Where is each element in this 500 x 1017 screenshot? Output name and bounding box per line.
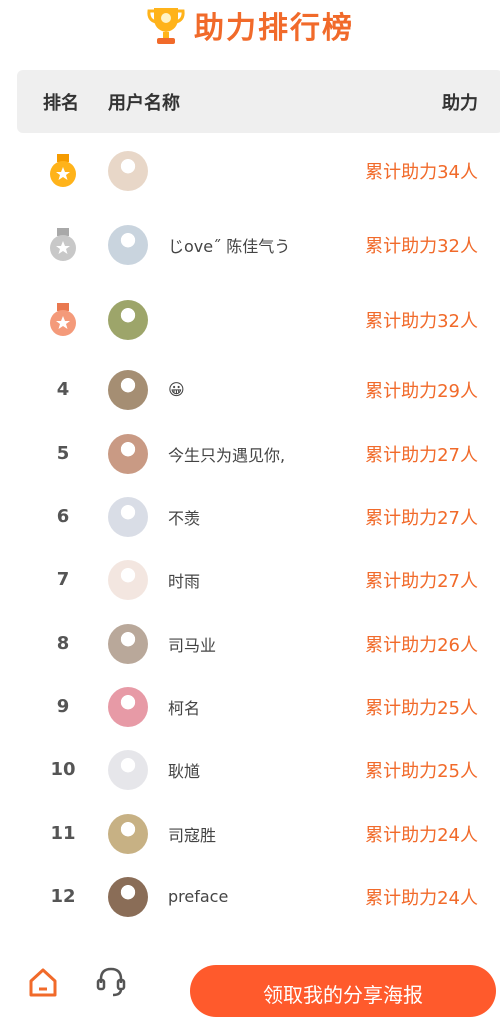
bottom-bar: 领取我的分享海报 (0, 955, 500, 1017)
bronze-medal-icon (50, 302, 76, 336)
avatar (108, 299, 148, 340)
list-item: 9 柯名 累计助力25人 (0, 675, 500, 738)
home-icon[interactable] (26, 965, 60, 999)
silver-medal-icon (50, 227, 76, 261)
list-item: 7 时雨 累计助力27人 (0, 548, 500, 611)
user-name: 司寇胜 (168, 825, 217, 845)
list-item: 11 司寇胜 累计助力24人 (0, 802, 500, 865)
user-name: 时雨 (168, 571, 201, 591)
rank-number: 4 (56, 379, 70, 400)
avatar (108, 813, 148, 854)
table-header: 排名 用户名称 助力 (17, 70, 500, 133)
header-rank: 排名 (43, 92, 79, 114)
help-count: 累计助力32人 (365, 235, 478, 257)
help-count: 累计助力27人 (365, 507, 478, 529)
rank-number: 11 (50, 823, 76, 844)
list-item: 6 不羡 累计助力27人 (0, 485, 500, 548)
user-name: 😀 (168, 380, 185, 399)
list-item: 12 preface 累计助力24人 (0, 865, 500, 928)
customer-service-icon[interactable] (94, 965, 128, 999)
user-name: preface (168, 887, 229, 906)
user-name: 今生只为遇见你, (168, 445, 286, 465)
user-name: じove˝ 陈佳气う (168, 236, 291, 256)
help-count: 累计助力26人 (365, 634, 478, 656)
user-name: 柯名 (168, 698, 201, 718)
help-count: 累计助力32人 (365, 310, 478, 332)
avatar (108, 876, 148, 917)
avatar (108, 150, 148, 191)
help-count: 累计助力24人 (365, 887, 478, 909)
avatar (108, 559, 148, 600)
help-count: 累计助力25人 (365, 697, 478, 719)
rank-number: 7 (56, 569, 70, 590)
avatar (108, 623, 148, 664)
user-name: 司马业 (168, 635, 217, 655)
list-item: じove˝ 陈佳气う 累计助力32人 (0, 213, 500, 276)
avatar (108, 686, 148, 727)
rank-number: 5 (56, 443, 70, 464)
list-item: 5 今生只为遇见你, 累计助力27人 (0, 422, 500, 485)
avatar (108, 369, 148, 410)
header-user: 用户名称 (108, 92, 180, 114)
help-count: 累计助力29人 (365, 380, 478, 402)
rank-number: 6 (56, 506, 70, 527)
user-name: 不羡 (168, 508, 201, 528)
help-count: 累计助力27人 (365, 570, 478, 592)
trophy-icon (147, 8, 185, 44)
avatar (108, 496, 148, 537)
avatar (108, 224, 148, 265)
page-title: 助力排行榜 (194, 11, 354, 46)
header-help: 助力 (442, 92, 478, 114)
help-count: 累计助力34人 (365, 161, 478, 183)
list-item: 8 司马业 累计助力26人 (0, 612, 500, 675)
avatar (108, 433, 148, 474)
list-item: 累计助力32人 (0, 288, 500, 351)
list-item: 10 耿馗 累计助力25人 (0, 738, 500, 801)
gold-medal-icon (50, 153, 76, 187)
get-poster-button[interactable]: 领取我的分享海报 (190, 965, 496, 1017)
avatar (108, 749, 148, 790)
help-count: 累计助力25人 (365, 760, 478, 782)
help-count: 累计助力27人 (365, 444, 478, 466)
rank-number: 8 (56, 633, 70, 654)
user-name: 耿馗 (168, 761, 201, 781)
title-bar: 助力排行榜 (0, 0, 500, 50)
rank-number: 10 (50, 759, 76, 780)
help-count: 累计助力24人 (365, 824, 478, 846)
list-item: 4 😀 累计助力29人 (0, 358, 500, 421)
rank-number: 12 (50, 886, 76, 907)
list-item: 累计助力34人 (0, 139, 500, 202)
rank-number: 9 (56, 696, 70, 717)
